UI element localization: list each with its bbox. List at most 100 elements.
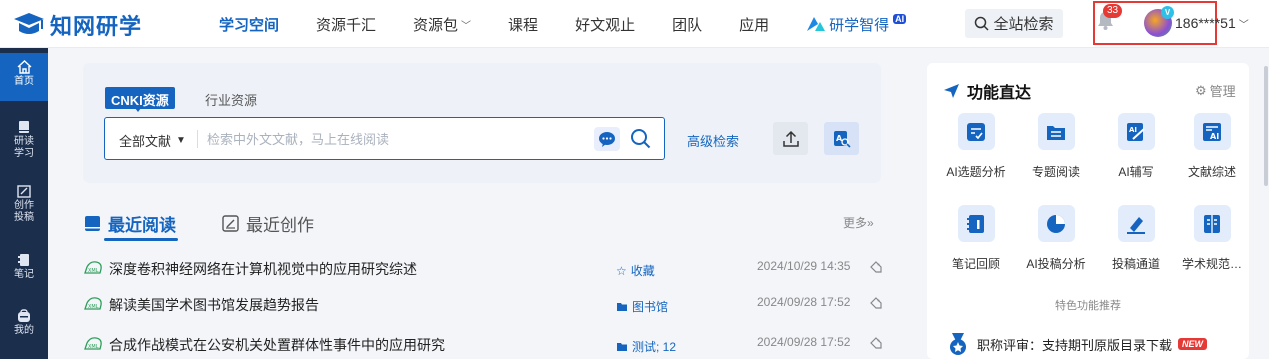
xml-file-icon: XML bbox=[84, 337, 102, 350]
sidebar-item-mine[interactable]: 我的 bbox=[0, 309, 48, 337]
doc-title[interactable]: 解读美国学术图书馆发展趋势报告 bbox=[109, 295, 319, 315]
panel-title-text: 功能直达 bbox=[967, 85, 1032, 102]
nav-apps[interactable]: 应用 bbox=[739, 14, 769, 35]
func-literature-review[interactable]: AI 文献综述 bbox=[1175, 113, 1249, 180]
featured-section-label: 特色功能推荐 bbox=[1055, 300, 1121, 312]
func-ai-topic[interactable]: AI选题分析 bbox=[939, 113, 1013, 180]
scrollbar-thumb[interactable] bbox=[1264, 66, 1268, 186]
new-badge: NEW bbox=[1178, 338, 1208, 350]
tag-icon[interactable] bbox=[869, 260, 883, 274]
nav-label: 好文观止 bbox=[575, 16, 636, 34]
search-scope-select[interactable]: 全部文献 ▼ bbox=[119, 131, 186, 150]
xml-file-icon: XML bbox=[84, 261, 102, 274]
document-search-button[interactable]: A bbox=[824, 122, 859, 155]
review-icon: AI bbox=[1193, 113, 1231, 150]
gear-icon: ⚙ bbox=[1195, 82, 1207, 98]
sidebar-item-label: 创作 投稿 bbox=[14, 200, 34, 223]
func-label: AI选题分析 bbox=[946, 165, 1006, 179]
edit-icon bbox=[222, 215, 239, 232]
star-icon: ☆ bbox=[616, 263, 627, 278]
nav-label: 资源千汇 bbox=[316, 16, 377, 34]
chevron-down-icon: ﹀ bbox=[1238, 19, 1249, 31]
sidebar-item-label: 首页 bbox=[14, 76, 34, 87]
func-ai-submission[interactable]: AI投稿分析 bbox=[1019, 205, 1093, 272]
book-icon bbox=[19, 121, 29, 133]
svg-text:XML: XML bbox=[88, 268, 99, 274]
tab-cnki-resources[interactable]: CNKI资源 bbox=[105, 87, 175, 112]
note-review-icon bbox=[957, 205, 995, 242]
func-label: AI辅写 bbox=[1118, 165, 1154, 179]
tab-recent-reading[interactable]: 最近阅读 bbox=[84, 211, 176, 236]
nav-label: 研学智得 bbox=[829, 16, 890, 34]
global-search-button[interactable]: 全站检索 bbox=[965, 9, 1063, 38]
doc-title[interactable]: 深度卷积神经网络在计算机视觉中的应用研究综述 bbox=[109, 259, 417, 279]
tab-label: 最近阅读 bbox=[108, 216, 176, 235]
manage-button[interactable]: ⚙ 管理 bbox=[1195, 81, 1236, 100]
chevron-down-icon: ﹀ bbox=[461, 20, 472, 32]
ai-chat-button[interactable] bbox=[594, 127, 620, 151]
func-label: 学术规范… bbox=[1181, 257, 1242, 271]
nav-label: 团队 bbox=[672, 16, 703, 34]
sidebar-item-home[interactable]: 首页 bbox=[0, 53, 48, 101]
more-link[interactable]: 更多» bbox=[843, 214, 874, 231]
edit-icon bbox=[17, 185, 31, 198]
doc-folder[interactable]: 测试; 12 bbox=[616, 338, 676, 355]
nav-resource-package[interactable]: 资源包 ﹀ bbox=[413, 14, 471, 35]
logo[interactable]: 知网研学 bbox=[12, 9, 142, 41]
folder-label: 图书馆 bbox=[632, 300, 669, 314]
doc-time: 2024/09/28 17:52 bbox=[757, 335, 851, 349]
folder-icon bbox=[617, 302, 627, 311]
nav-ai-research[interactable]: 研学智得 AI bbox=[806, 14, 907, 35]
tab-recent-creation[interactable]: 最近创作 bbox=[222, 211, 314, 236]
func-ai-write[interactable]: AI AI辅写 bbox=[1099, 113, 1173, 180]
svg-text:AI: AI bbox=[1210, 132, 1219, 141]
doc-time: 2024/09/28 17:52 bbox=[757, 295, 851, 309]
topic-reading-icon bbox=[1037, 113, 1075, 150]
sidebar-item-label: 笔记 bbox=[14, 269, 34, 280]
tag-icon[interactable] bbox=[869, 336, 883, 350]
folder-icon bbox=[617, 342, 627, 351]
func-label: 投稿通道 bbox=[1111, 257, 1160, 271]
doc-folder[interactable]: ☆ 收藏 bbox=[616, 262, 655, 279]
upload-button[interactable] bbox=[773, 122, 808, 155]
nav-team[interactable]: 团队 bbox=[672, 14, 702, 35]
sidebar-item-create[interactable]: 创作 投稿 bbox=[0, 184, 48, 224]
list-item[interactable]: XML 合成作战模式在公安机关处置群体性事件中的应用研究 测试; 12 2024… bbox=[84, 333, 884, 357]
search-icon[interactable] bbox=[630, 128, 651, 149]
medal-icon bbox=[950, 333, 966, 355]
search-input[interactable] bbox=[207, 130, 577, 148]
func-topic-reading[interactable]: 专题阅读 bbox=[1019, 113, 1093, 180]
nav-label: 资源包 bbox=[413, 16, 459, 34]
notification-badge: 33 bbox=[1103, 4, 1123, 18]
func-label: AI投稿分析 bbox=[1026, 257, 1086, 271]
sidebar-item-notes[interactable]: 笔记 bbox=[0, 253, 48, 281]
func-academic-norms[interactable]: 学术规范… bbox=[1175, 205, 1249, 272]
ai-topic-icon bbox=[957, 113, 995, 150]
sidebar-item-study[interactable]: 研读 学习 bbox=[0, 120, 48, 160]
tag-icon[interactable] bbox=[869, 296, 883, 310]
active-tab-underline bbox=[104, 238, 178, 241]
func-note-review[interactable]: 笔记回顾 bbox=[939, 205, 1013, 272]
doc-title[interactable]: 合成作战模式在公安机关处置群体性事件中的应用研究 bbox=[109, 335, 445, 355]
list-item[interactable]: XML 深度卷积神经网络在计算机视觉中的应用研究综述 ☆ 收藏 2024/10/2… bbox=[84, 257, 884, 281]
nav-resources[interactable]: 资源千汇 bbox=[316, 14, 376, 35]
nav-learning-space[interactable]: 学习空间 bbox=[219, 14, 279, 35]
promo-item[interactable]: 职称评审：支持期刊原版目录下载 NEW bbox=[945, 332, 1208, 356]
nav-good-articles[interactable]: 好文观止 bbox=[575, 14, 635, 35]
logo-text: 知网研学 bbox=[50, 15, 143, 40]
tab-industry-resources[interactable]: 行业资源 bbox=[205, 90, 257, 109]
nav-courses[interactable]: 课程 bbox=[508, 14, 538, 35]
doc-folder[interactable]: 图书馆 bbox=[616, 298, 668, 315]
func-submit-channel[interactable]: 投稿通道 bbox=[1099, 205, 1173, 272]
list-item[interactable]: XML 解读美国学术图书馆发展趋势报告 图书馆 2024/09/28 17:52 bbox=[84, 293, 884, 317]
ai-logo-icon bbox=[807, 17, 826, 31]
global-search-label: 全站检索 bbox=[993, 16, 1054, 33]
user-menu[interactable]: 186****51 ﹀ bbox=[1175, 15, 1249, 31]
folder-label: 收藏 bbox=[630, 264, 655, 278]
advanced-search-link[interactable]: 高级检索 bbox=[687, 131, 739, 150]
sidebar-item-label: 研读 学习 bbox=[14, 136, 34, 159]
nav-label: 课程 bbox=[508, 16, 539, 34]
func-label: 笔记回顾 bbox=[951, 257, 1000, 271]
book-icon bbox=[85, 216, 100, 231]
manage-label: 管理 bbox=[1209, 84, 1236, 99]
